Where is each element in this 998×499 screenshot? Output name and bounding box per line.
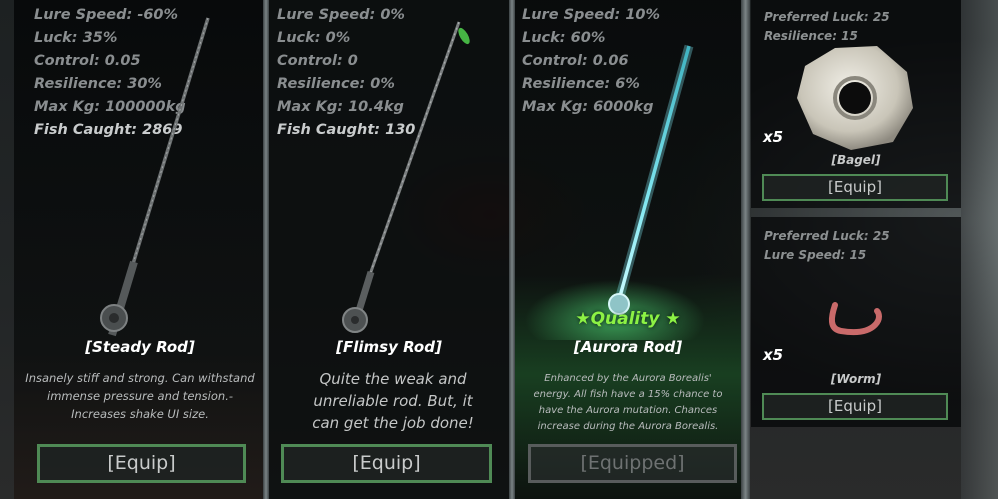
rod-card-steady: Lure Speed: -60% Luck: 35% Control: 0.05… (14, 0, 266, 499)
steady-rod-image (100, 17, 210, 337)
rod-name: [Flimsy Rod] (336, 338, 442, 356)
equip-button[interactable]: [Equip] (762, 174, 948, 201)
bait-stats: Preferred Luck: 25 Resilience: 15 (764, 8, 890, 46)
rod-description: Insanely stiff and strong. Can withstand… (25, 371, 255, 421)
equip-button[interactable]: [Equip] (762, 393, 948, 420)
worm-icon (828, 302, 882, 336)
quality-badge: ★Quality ★ (575, 309, 681, 329)
rod-description: Enhanced by the Aurora Borealis' energy.… (533, 373, 723, 432)
background-edge (961, 0, 998, 499)
stat-preferred-luck: Preferred Luck: 25 (764, 229, 890, 243)
bait-quantity: x5 (763, 128, 784, 146)
bait-name: [Worm] (830, 372, 882, 386)
flimsy-rod-image (342, 21, 470, 333)
bait-name: [Bagel] (831, 153, 881, 167)
rod-name: [Steady Rod] (85, 338, 195, 356)
bait-stats: Preferred Luck: 25 Lure Speed: 15 (764, 227, 890, 265)
stat-lure-speed: Lure Speed: 15 (764, 248, 867, 262)
bait-quantity: x5 (763, 346, 784, 364)
equip-button[interactable]: [Equip] (281, 444, 492, 483)
aurora-rod-image (525, 44, 705, 340)
rod-description: Quite the weak and unreliable rod. But, … (312, 370, 474, 432)
stat-preferred-luck: Preferred Luck: 25 (764, 10, 890, 24)
bagel-icon (797, 46, 913, 150)
bait-card-bagel: Preferred Luck: 25 Resilience: 15 x5 [Ba… (751, 0, 961, 208)
rod-card-aurora: Lure Speed: 10% Luck: 60% Control: 0.06 … (515, 0, 741, 499)
rod-card-flimsy: Lure Speed: 0% Luck: 0% Control: 0 Resil… (269, 0, 509, 499)
equip-button[interactable]: [Equip] (37, 444, 246, 483)
bait-card-worm: Preferred Luck: 25 Lure Speed: 15 x5 [Wo… (751, 217, 961, 427)
rod-name: [Aurora Rod] (573, 338, 683, 356)
equipped-button[interactable]: [Equipped] (528, 444, 737, 483)
panel-divider (741, 0, 750, 499)
